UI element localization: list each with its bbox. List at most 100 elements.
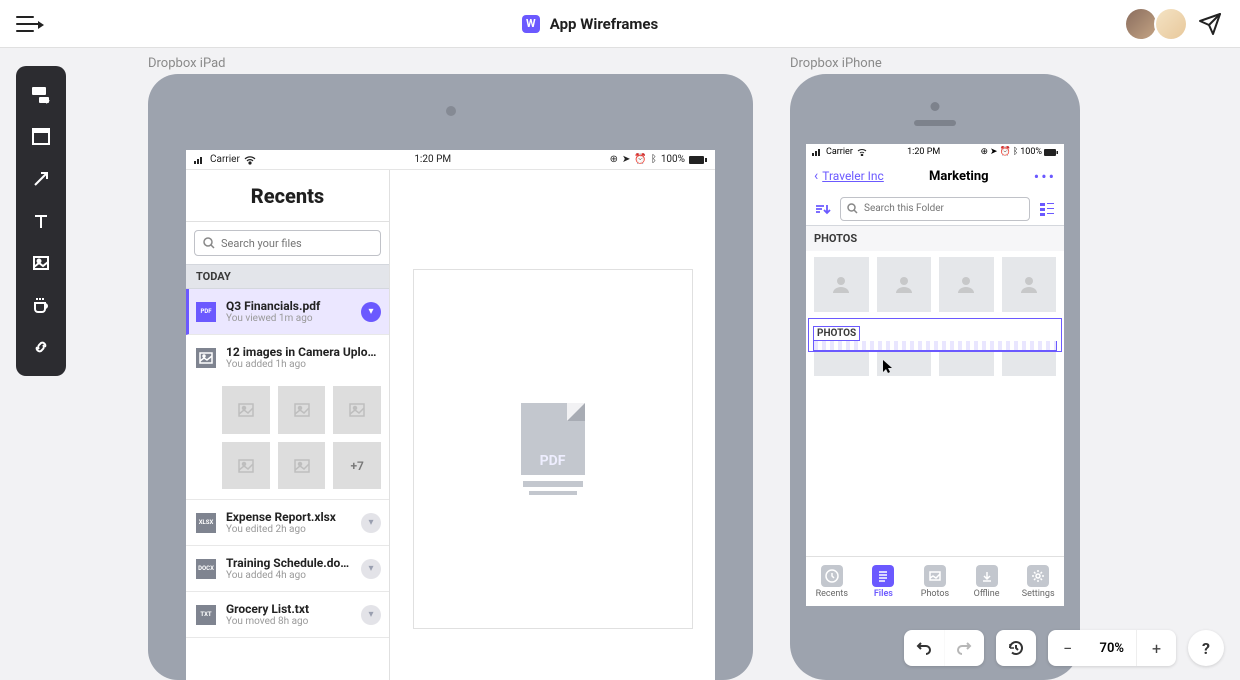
help-button[interactable]: ? bbox=[1188, 630, 1224, 666]
selected-section-label[interactable]: PHOTOS bbox=[813, 326, 860, 341]
file-more-button[interactable]: ▾ bbox=[361, 302, 381, 322]
search-folder-input[interactable] bbox=[840, 197, 1030, 221]
ipad-file-preview: PDF bbox=[390, 170, 715, 680]
nav-more-icon[interactable]: ••• bbox=[1034, 167, 1056, 186]
view-toggle-icon[interactable] bbox=[1038, 200, 1056, 218]
people-photo-grid bbox=[806, 251, 1064, 318]
file-meta: You edited 2h ago bbox=[226, 524, 351, 535]
battery-text: 100% bbox=[661, 154, 685, 165]
file-meta: You added 1h ago bbox=[226, 359, 381, 370]
file-name: Expense Report.xlsx bbox=[226, 510, 351, 524]
menu-toggle-icon[interactable] bbox=[16, 16, 40, 32]
preview-document-card[interactable]: PDF bbox=[413, 269, 693, 629]
section-today: TODAY bbox=[186, 264, 389, 289]
txt-file-icon: TXT bbox=[196, 605, 216, 625]
history-button[interactable] bbox=[996, 630, 1036, 666]
tool-link[interactable] bbox=[23, 329, 59, 365]
selected-element-region[interactable]: PHOTOS bbox=[808, 318, 1062, 352]
frame-label-ipad[interactable]: Dropbox iPad bbox=[148, 56, 225, 71]
pdf-file-icon: PDF bbox=[196, 302, 216, 322]
collaborator-avatar-1[interactable] bbox=[1126, 9, 1156, 39]
thumbnail[interactable] bbox=[222, 442, 270, 490]
thumbnail[interactable] bbox=[333, 386, 381, 434]
clock-icon bbox=[821, 565, 843, 587]
person-card[interactable] bbox=[1002, 257, 1057, 312]
file-more-button[interactable]: ▾ bbox=[361, 605, 381, 625]
share-icon[interactable] bbox=[1196, 10, 1224, 38]
file-meta: You viewed 1m ago bbox=[226, 313, 351, 324]
file-item-pdf[interactable]: PDF Q3 Financials.pdf You viewed 1m ago … bbox=[186, 289, 389, 335]
tab-recents[interactable]: Recents bbox=[806, 557, 858, 606]
folder-row bbox=[806, 352, 1064, 384]
zoom-level[interactable]: 70% bbox=[1088, 630, 1136, 666]
folder-card[interactable] bbox=[877, 352, 932, 376]
download-icon bbox=[976, 565, 998, 587]
thumbnail[interactable] bbox=[222, 386, 270, 434]
person-card[interactable] bbox=[939, 257, 994, 312]
undo-button[interactable] bbox=[904, 630, 944, 666]
zoom-in-button[interactable]: + bbox=[1136, 630, 1176, 666]
canvas-controls: − 70% + ? bbox=[904, 630, 1224, 666]
iphone-speaker bbox=[914, 120, 956, 126]
battery-icon bbox=[1044, 149, 1058, 156]
alarm-icon: ⏰ bbox=[1000, 147, 1011, 157]
tool-text[interactable] bbox=[23, 203, 59, 239]
file-more-button[interactable]: ▾ bbox=[361, 513, 381, 533]
thumbnail[interactable] bbox=[278, 386, 326, 434]
orientation-lock-icon: ⊕ bbox=[610, 154, 618, 165]
files-icon bbox=[872, 565, 894, 587]
file-item-txt[interactable]: TXT Grocery List.txt You moved 8h ago ▾ bbox=[186, 592, 389, 638]
location-icon: ➤ bbox=[622, 154, 630, 165]
frame-label-iphone[interactable]: Dropbox iPhone bbox=[790, 56, 882, 71]
tool-components[interactable] bbox=[23, 77, 59, 113]
redo-button[interactable] bbox=[944, 630, 984, 666]
folder-card[interactable] bbox=[939, 352, 994, 376]
status-time: 1:20 PM bbox=[907, 147, 940, 157]
nav-back-link[interactable]: Traveler Inc bbox=[822, 169, 884, 183]
file-item-xlsx[interactable]: XLSX Expense Report.xlsx You edited 2h a… bbox=[186, 500, 389, 546]
file-more-button[interactable]: ▾ bbox=[361, 559, 381, 579]
person-card[interactable] bbox=[814, 257, 869, 312]
location-icon: ➤ bbox=[990, 147, 998, 157]
folder-card[interactable] bbox=[1002, 352, 1057, 376]
alarm-icon: ⏰ bbox=[634, 154, 646, 165]
zoom-out-button[interactable]: − bbox=[1048, 630, 1088, 666]
chevron-left-icon[interactable]: ‹ bbox=[814, 168, 818, 184]
image-thumbnail-grid: +7 bbox=[186, 380, 389, 499]
signal-icon bbox=[812, 149, 822, 156]
file-meta: You added 4h ago bbox=[226, 570, 351, 581]
tool-coffee[interactable] bbox=[23, 287, 59, 323]
wifi-icon bbox=[857, 148, 867, 156]
file-item-images[interactable]: 12 images in Camera Uploads You added 1h… bbox=[186, 335, 389, 380]
image-file-icon bbox=[196, 348, 216, 368]
ipad-screen[interactable]: Carrier 1:20 PM ⊕ ➤ ⏰ ᛒ 100% Recents TOD… bbox=[186, 150, 715, 680]
status-time: 1:20 PM bbox=[414, 154, 451, 165]
folder-card[interactable] bbox=[814, 352, 869, 376]
iphone-screen[interactable]: Carrier 1:20 PM ⊕ ➤ ⏰ ᛒ 100% ‹ Traveler … bbox=[806, 144, 1064, 606]
ipad-camera-dot bbox=[446, 106, 456, 116]
search-files-input[interactable] bbox=[194, 230, 381, 256]
tab-offline[interactable]: Offline bbox=[961, 557, 1013, 606]
signal-icon bbox=[194, 156, 206, 164]
ipad-status-bar: Carrier 1:20 PM ⊕ ➤ ⏰ ᛒ 100% bbox=[186, 150, 715, 170]
tool-arrow[interactable] bbox=[23, 161, 59, 197]
file-meta: You moved 8h ago bbox=[226, 616, 351, 627]
collaborator-avatar-2[interactable] bbox=[1156, 9, 1186, 39]
iphone-camera-dot bbox=[931, 102, 940, 111]
docx-file-icon: DOCX bbox=[196, 559, 216, 579]
thumbnail[interactable] bbox=[278, 442, 326, 490]
file-item-docx[interactable]: DOCX Training Schedule.docx You added 4h… bbox=[186, 546, 389, 592]
iphone-search-row bbox=[806, 192, 1064, 226]
thumbnail-more[interactable]: +7 bbox=[333, 442, 381, 490]
tab-photos[interactable]: Photos bbox=[909, 557, 961, 606]
recents-heading: Recents bbox=[186, 170, 389, 222]
ipad-device-frame: Carrier 1:20 PM ⊕ ➤ ⏰ ᛒ 100% Recents TOD… bbox=[148, 74, 753, 680]
tab-files[interactable]: Files bbox=[858, 557, 910, 606]
tool-image[interactable] bbox=[23, 245, 59, 281]
tab-settings[interactable]: Settings bbox=[1012, 557, 1064, 606]
person-card[interactable] bbox=[877, 257, 932, 312]
sort-icon[interactable] bbox=[814, 200, 832, 218]
tool-frame[interactable] bbox=[23, 119, 59, 155]
project-title: App Wireframes bbox=[550, 15, 658, 33]
pdf-placeholder-icon: PDF bbox=[521, 403, 585, 495]
